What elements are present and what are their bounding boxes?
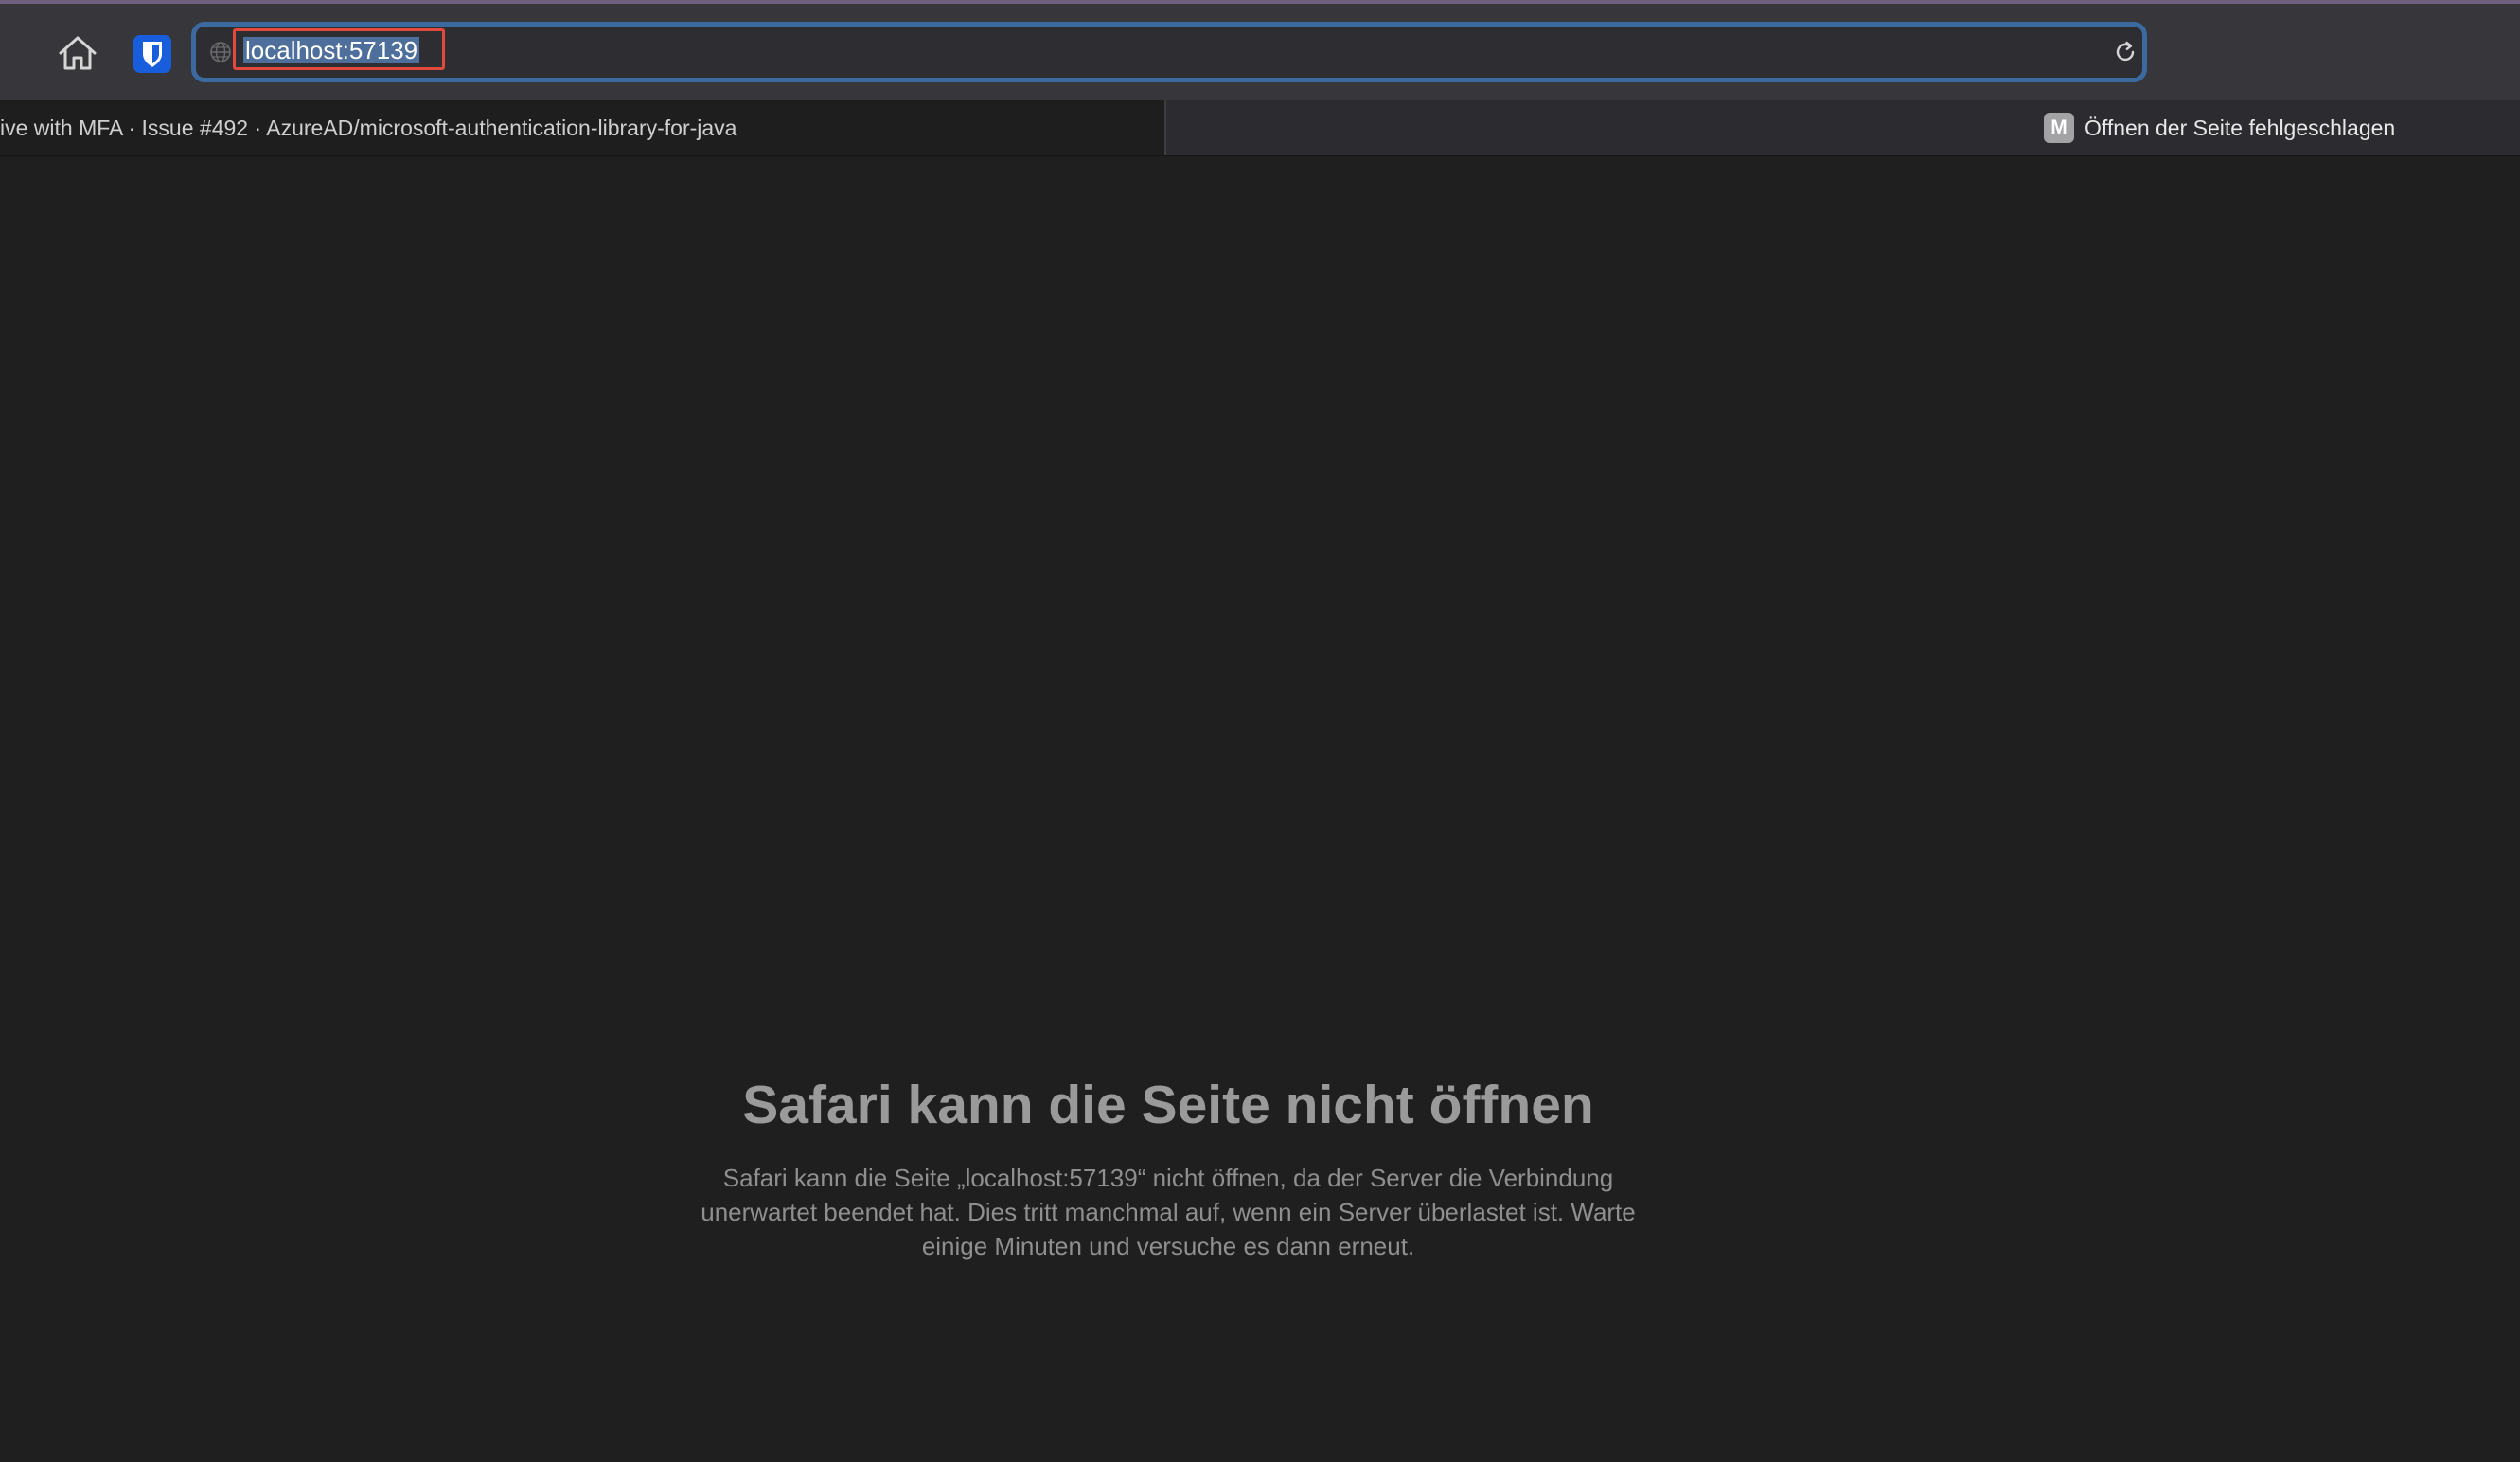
error-message-line: einige Minuten und versuche es dann erne… <box>921 1232 1415 1260</box>
browser-toolbar: localhost:57139 <box>0 4 2520 100</box>
bitwarden-shield-icon <box>133 35 171 73</box>
tab-favicon-icon: M <box>2044 113 2074 143</box>
reload-icon[interactable] <box>2113 40 2138 64</box>
tab-github-issue[interactable]: ive with MFA · Issue #492 · AzureAD/micr… <box>0 100 1166 155</box>
error-message-line: unerwartet beendet hat. Dies tritt manch… <box>701 1198 1636 1226</box>
error-message: Safari kann die Seite „localhost:57139“ … <box>625 1161 1712 1263</box>
tab-bar: ive with MFA · Issue #492 · AzureAD/micr… <box>0 100 2520 156</box>
home-button[interactable] <box>53 28 102 78</box>
tab-label: Öffnen der Seite fehlgeschlagen <box>2085 116 2396 140</box>
tab-error-page[interactable]: M Öffnen der Seite fehlgeschlagen <box>2035 100 2518 155</box>
url-input[interactable]: localhost:57139 <box>243 37 420 63</box>
bitwarden-extension-button[interactable] <box>131 32 174 76</box>
tab-label: ive with MFA · Issue #492 · AzureAD/micr… <box>0 116 737 140</box>
error-message-line: Safari kann die Seite „localhost:57139“ … <box>722 1164 1614 1192</box>
home-icon <box>59 36 97 70</box>
error-title: Safari kann die Seite nicht öffnen <box>742 1075 1594 1135</box>
page-content <box>0 156 2520 1462</box>
globe-icon <box>210 42 231 62</box>
address-bar[interactable]: localhost:57139 <box>191 22 2147 82</box>
